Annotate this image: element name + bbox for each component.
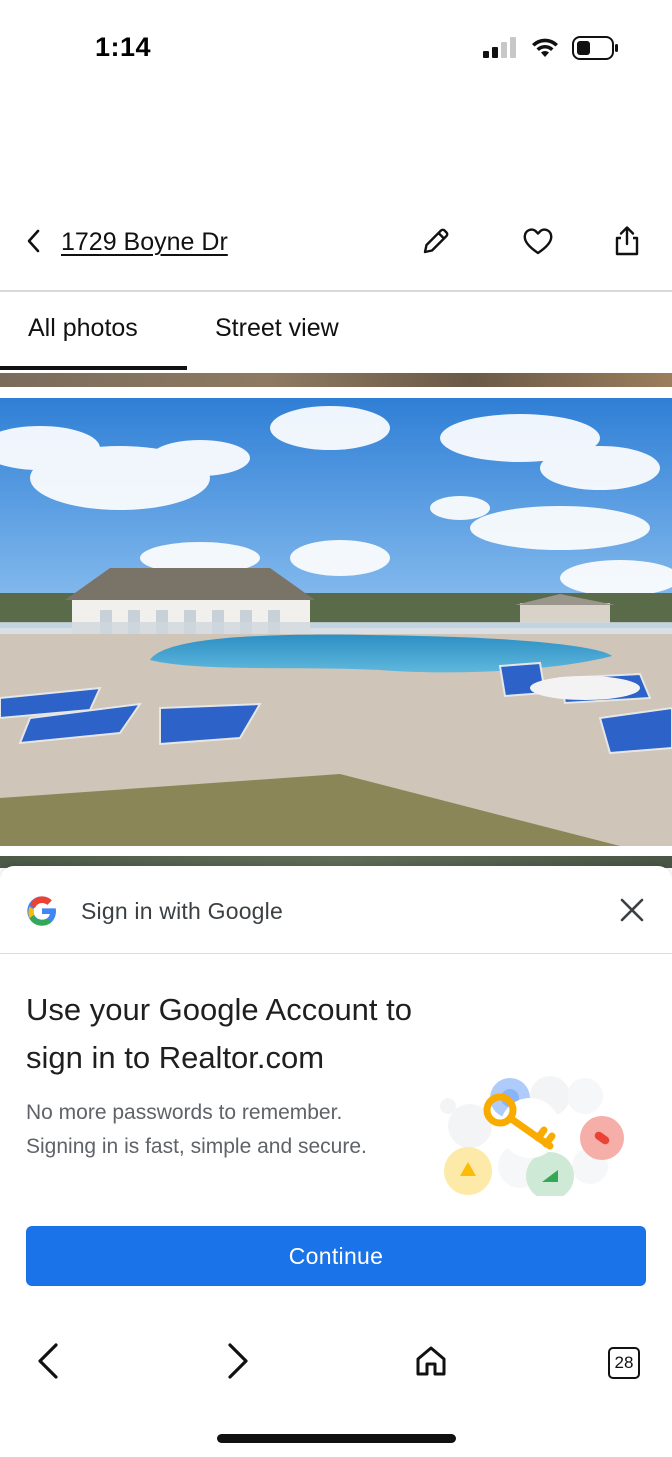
status-time: 1:14 — [95, 32, 152, 62]
status-bar: 1:14 — [0, 0, 672, 100]
forward-arrow-icon — [225, 1342, 251, 1385]
tab-count: 28 — [614, 1353, 634, 1372]
cellular-signal-icon — [482, 37, 518, 64]
tab-street-view[interactable]: Street view — [215, 314, 339, 343]
pencil-icon — [420, 225, 452, 262]
tabs-icon: 28 — [608, 1347, 640, 1379]
previous-photo-edge[interactable] — [0, 373, 672, 387]
back-chevron-icon — [24, 228, 42, 259]
continue-button[interactable]: Continue — [26, 1226, 646, 1286]
passkey-illustration — [430, 1066, 640, 1200]
sheet-title: Sign in with Google — [81, 898, 283, 924]
google-logo-icon — [26, 895, 58, 927]
google-sign-in-sheet: Sign in with Google Use your Google Acco… — [0, 866, 672, 1320]
status-icons — [482, 36, 620, 65]
browser-home-button[interactable] — [406, 1338, 456, 1388]
browser-toolbar: 28 — [0, 1320, 672, 1457]
property-photo[interactable] — [0, 398, 672, 846]
edit-button[interactable] — [419, 226, 453, 260]
property-header: 1729 Boyne Dr — [0, 210, 672, 292]
sheet-header: Sign in with Google — [0, 866, 672, 954]
share-button[interactable] — [610, 225, 644, 262]
tab-all-photos[interactable]: All photos — [28, 314, 138, 343]
browser-forward-button[interactable] — [213, 1338, 263, 1388]
back-button[interactable] — [18, 228, 48, 258]
browser-back-button[interactable] — [23, 1338, 73, 1388]
close-icon — [619, 897, 645, 928]
back-arrow-icon — [35, 1342, 61, 1385]
browser-tabs-button[interactable]: 28 — [599, 1338, 649, 1388]
wifi-icon — [530, 37, 560, 64]
sheet-heading: Use your Google Account to sign in to Re… — [26, 992, 413, 1075]
close-sheet-button[interactable] — [616, 896, 648, 928]
home-indicator — [217, 1434, 456, 1443]
home-icon — [414, 1344, 448, 1383]
active-tab-indicator — [0, 366, 187, 370]
heart-icon — [522, 226, 554, 261]
battery-icon — [572, 36, 620, 65]
property-address-link[interactable]: 1729 Boyne Dr — [61, 228, 228, 257]
photo-tabs: All photos Street view — [0, 294, 672, 372]
sheet-description: No more passwords to remember. Signing i… — [26, 1101, 367, 1158]
share-icon — [612, 225, 642, 262]
save-favorite-button[interactable] — [521, 226, 555, 260]
